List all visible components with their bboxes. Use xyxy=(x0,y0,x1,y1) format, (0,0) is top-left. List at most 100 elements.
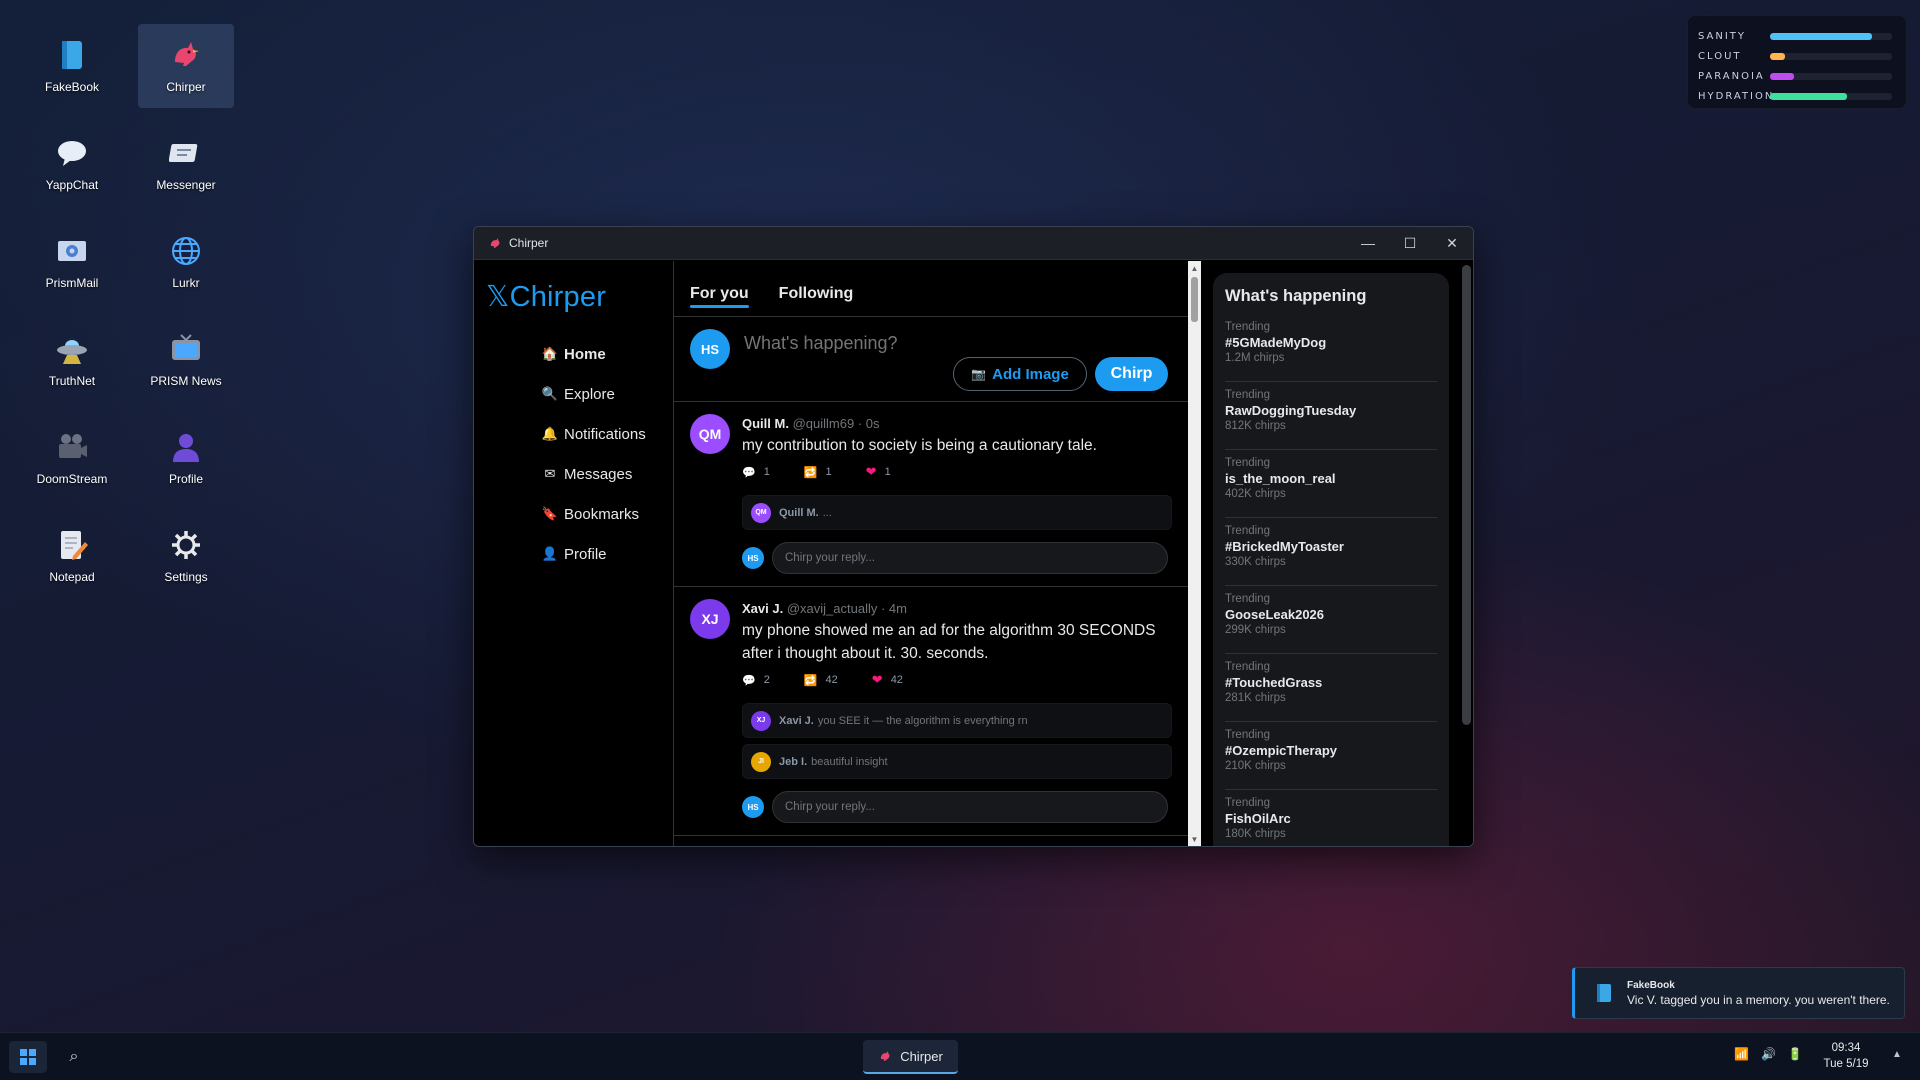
notification-bell-icon[interactable]: ▲ xyxy=(1892,1049,1902,1060)
avatar: HS xyxy=(742,547,764,569)
avatar[interactable]: QM xyxy=(690,414,730,454)
trend-item[interactable]: Trending GooseLeak2026 299K chirps xyxy=(1225,586,1437,654)
reply-button[interactable]: 💬 1 xyxy=(742,466,770,479)
person-icon xyxy=(169,430,203,464)
battery-icon[interactable]: 🔋 xyxy=(1788,1047,1803,1061)
gear-icon xyxy=(169,528,203,562)
reply-author: Xavi J. xyxy=(779,714,814,727)
hud-stat-bar xyxy=(1770,52,1892,60)
start-button[interactable] xyxy=(9,1041,47,1073)
trend-item[interactable]: Trending is_the_moon_real 402K chirps xyxy=(1225,450,1437,518)
feed-scrollbar[interactable]: ▲ ▼ xyxy=(1188,261,1201,846)
sidebar-scrollbar[interactable] xyxy=(1462,265,1471,725)
minimize-button[interactable]: — xyxy=(1347,227,1389,259)
rechirp-button[interactable]: 🔁 42 xyxy=(804,674,838,687)
reply-input[interactable]: Chirp your reply... xyxy=(772,791,1168,823)
scroll-up-arrow[interactable]: ▲ xyxy=(1188,261,1201,275)
desktop-icon-lurkr[interactable]: Lurkr xyxy=(138,220,234,304)
desktop-icon-messenger[interactable]: Messenger xyxy=(138,122,234,206)
desktop-icon-profile[interactable]: Profile xyxy=(138,416,234,500)
avatar[interactable]: XJ xyxy=(690,599,730,639)
trend-item[interactable]: Trending #TouchedGrass 281K chirps xyxy=(1225,654,1437,722)
maximize-button[interactable]: ☐ xyxy=(1389,227,1431,259)
like-icon: ❤ xyxy=(871,672,883,687)
reply-count: 2 xyxy=(763,674,770,686)
compose-input[interactable] xyxy=(744,333,1144,354)
close-button[interactable]: ✕ xyxy=(1431,227,1473,259)
desktop-icon-yappchat[interactable]: YappChat xyxy=(24,122,120,206)
desktop-icon-notepad[interactable]: Notepad xyxy=(24,514,120,598)
bookmark-icon: 🔖 xyxy=(541,506,559,521)
wifi-icon[interactable]: 📶 xyxy=(1734,1047,1749,1061)
notification-toast[interactable]: FakeBook Vic V. tagged you in a memory. … xyxy=(1572,967,1905,1019)
add-image-label: Add Image xyxy=(992,365,1069,383)
post-author[interactable]: Xavi J. xyxy=(742,601,783,616)
hud-stat-fill xyxy=(1770,92,1847,100)
nav-item-profile[interactable]: 👤 Profile xyxy=(540,534,673,574)
trend-label: Trending xyxy=(1225,729,1270,741)
like-button[interactable]: ❤ 1 xyxy=(866,464,891,480)
chirper-logo[interactable]: 𝕏Chirper xyxy=(474,279,673,314)
book-icon xyxy=(55,38,89,72)
reply-item[interactable]: JI Jeb I. beautiful insight xyxy=(742,744,1172,779)
add-image-button[interactable]: 📷 Add Image xyxy=(953,357,1087,391)
window-titlebar[interactable]: Chirper — ☐ ✕ xyxy=(474,227,1473,260)
desktop-icon-chirper[interactable]: Chirper xyxy=(138,24,234,108)
rechirp-icon: 🔁 xyxy=(803,674,818,687)
post-author[interactable]: Quill M. xyxy=(742,416,789,431)
hud-stat-label: PARANOIA xyxy=(1698,70,1765,82)
rechirp-button[interactable]: 🔁 1 xyxy=(804,466,832,479)
system-tray: 📶 🔊 🔋 xyxy=(1734,1047,1815,1061)
chirp-button[interactable]: Chirp xyxy=(1095,357,1168,391)
tab-following[interactable]: Following xyxy=(779,285,854,316)
desktop-icon-fakebook[interactable]: FakeBook xyxy=(24,24,120,108)
reply-item[interactable]: QM Quill M.... xyxy=(742,495,1172,530)
trend-item[interactable]: Trending #5GMadeMyDog 1.2M chirps xyxy=(1225,314,1437,382)
like-button[interactable]: ❤ 42 xyxy=(872,672,903,688)
nav-item-explore[interactable]: 🔍 Explore xyxy=(540,374,673,414)
reply-button[interactable]: 💬 2 xyxy=(742,674,770,687)
reply-item[interactable]: XJ Xavi J. you SEE it — the algorithm is e… xyxy=(742,703,1172,738)
trend-item[interactable]: Trending #OzempicTherapy 210K chirps xyxy=(1225,722,1437,790)
camera-icon xyxy=(55,430,89,464)
trend-item[interactable]: Trending FishOilArc 180K chirps xyxy=(1225,790,1437,846)
reply-compose: HS Chirp your reply... xyxy=(674,785,1188,835)
scroll-thumb[interactable] xyxy=(1191,277,1198,322)
hud-stat-fill xyxy=(1770,32,1873,40)
post-text: my contribution to society is being a ca… xyxy=(742,437,1097,454)
trend-name: #OzempicTherapy xyxy=(1225,743,1337,758)
hud-stat-label: SANITY xyxy=(1698,30,1747,42)
taskbar-app-chirper[interactable]: Chirper xyxy=(863,1040,958,1074)
trend-item[interactable]: Trending RawDoggingTuesday 812K chirps xyxy=(1225,382,1437,450)
desktop-icon-label: Settings xyxy=(164,570,208,584)
hud-stat-hydration: HYDRATION xyxy=(1698,86,1896,106)
desktop-icon-settings[interactable]: Settings xyxy=(138,514,234,598)
tab-for-you[interactable]: For you xyxy=(690,285,749,316)
nav-item-notifications[interactable]: 🔔 Notifications xyxy=(540,414,673,454)
nav-item-bookmarks[interactable]: 🔖 Bookmarks xyxy=(540,494,673,534)
taskbar-clock[interactable]: 09:34 Tue 5/19 xyxy=(1818,1040,1874,1072)
trend-count: 402K chirps xyxy=(1225,488,1286,500)
post: XJ Xavi J. @xavij_actually · 4m my phone s… xyxy=(674,587,1188,836)
trend-name: FishOilArc xyxy=(1225,811,1291,826)
scroll-down-arrow[interactable]: ▼ xyxy=(1188,832,1201,846)
trend-item[interactable]: Trending #BrickedMyToaster 330K chirps xyxy=(1225,518,1437,586)
reply-thread: XJ Xavi J. you SEE it — the algorithm is e… xyxy=(674,703,1188,779)
clock-date: Tue 5/19 xyxy=(1823,1058,1869,1070)
trend-name: RawDoggingTuesday xyxy=(1225,403,1357,418)
desktop-icon-prismmail[interactable]: PrismMail xyxy=(24,220,120,304)
hud-stat-sanity: SANITY xyxy=(1698,26,1896,46)
avatar: QM xyxy=(751,502,771,523)
trending-title: What's happening xyxy=(1225,287,1367,305)
taskbar-search-icon[interactable]: ⌕ xyxy=(58,1041,90,1073)
nav-item-messages[interactable]: ✉ Messages xyxy=(540,454,673,494)
desktop-icon-prism-news[interactable]: PRISM News xyxy=(138,318,234,402)
volume-icon[interactable]: 🔊 xyxy=(1761,1047,1776,1061)
nav-item-home[interactable]: 🏠 Home xyxy=(540,334,673,374)
like-icon: ❤ xyxy=(865,464,877,479)
trend-label: Trending xyxy=(1225,661,1270,673)
bird-icon xyxy=(880,1051,890,1061)
reply-input[interactable]: Chirp your reply... xyxy=(772,542,1168,574)
desktop-icon-truthnet[interactable]: TruthNet xyxy=(24,318,120,402)
desktop-icon-doomstream[interactable]: DoomStream xyxy=(24,416,120,500)
